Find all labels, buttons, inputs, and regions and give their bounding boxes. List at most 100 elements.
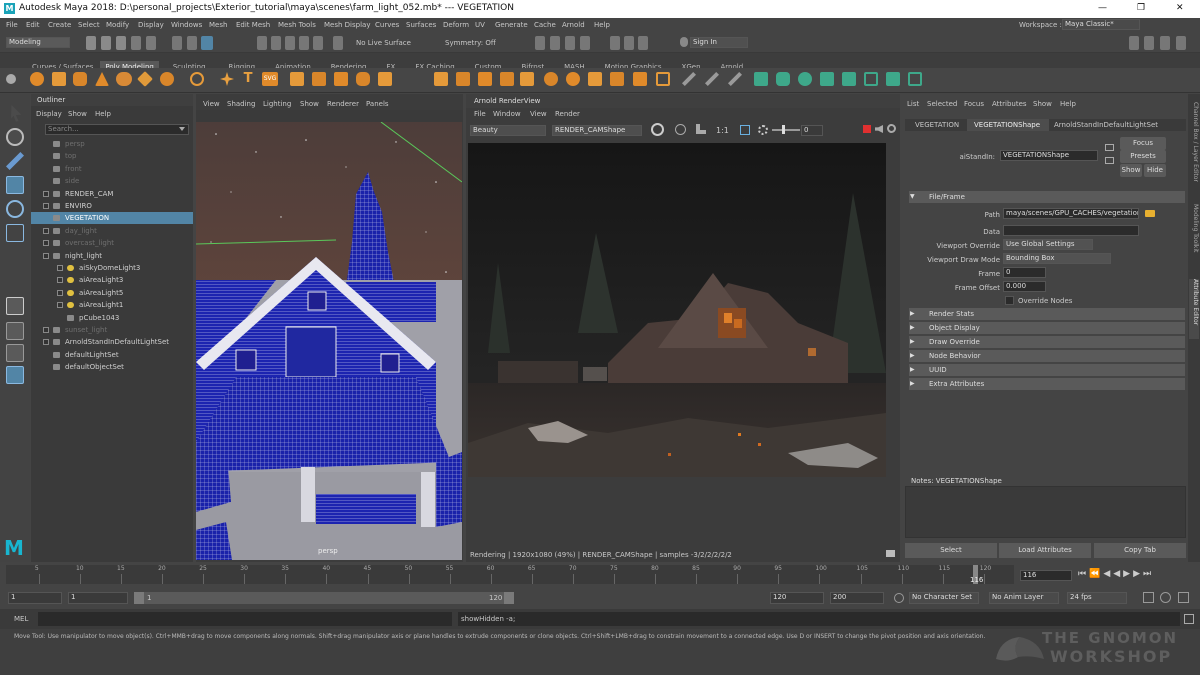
data-field[interactable]	[1003, 225, 1139, 236]
outliner-item[interactable]: front	[31, 163, 193, 175]
stop-render-icon[interactable]	[863, 125, 871, 133]
uv-cut-icon[interactable]	[842, 72, 856, 86]
outliner-item[interactable]: aiAreaLight5	[31, 287, 193, 299]
bevel-icon[interactable]	[456, 72, 470, 86]
select-hierarchy-icon[interactable]	[172, 36, 182, 50]
focus-button[interactable]: Focus	[1120, 137, 1166, 150]
speaker-icon[interactable]	[875, 125, 883, 133]
expand-icon[interactable]	[43, 190, 49, 197]
target-weld-icon[interactable]	[610, 72, 624, 86]
hypershade-icon[interactable]	[580, 36, 590, 50]
time-slider[interactable]: 5 10 15 20 25 30 35 40 45 50 55 60 65 70 75 80 85 90 95 100…	[0, 562, 1200, 587]
show-button[interactable]: Show	[1120, 164, 1142, 177]
lasso-tool-icon[interactable]	[6, 128, 24, 146]
multi-cut-icon[interactable]	[544, 72, 558, 86]
viewport-menu-shading[interactable]: Shading	[227, 100, 255, 108]
frame-offset-field[interactable]: 0.000	[1003, 281, 1046, 292]
extrude-icon[interactable]	[434, 72, 448, 86]
step-forward-frame-icon[interactable]: ▶	[1133, 569, 1143, 579]
menu-mesh-tools[interactable]: Mesh Tools	[278, 21, 316, 29]
poly-disc-icon[interactable]	[160, 72, 174, 86]
renderview-menu-render[interactable]: Render	[555, 110, 580, 118]
live-surface-label[interactable]: No Live Surface	[356, 39, 411, 47]
exposure-slider-handle[interactable]	[782, 125, 785, 134]
snap-point-icon[interactable]	[285, 36, 295, 50]
focus-output-icon[interactable]	[1105, 157, 1114, 164]
section-render-stats[interactable]: Render Stats	[909, 308, 1185, 320]
undo-icon[interactable]	[131, 36, 141, 50]
menu-surfaces[interactable]: Surfaces	[406, 21, 436, 29]
folder-icon[interactable]	[1145, 210, 1155, 217]
layout-two-icon[interactable]	[6, 344, 24, 362]
menu-file[interactable]: File	[6, 21, 18, 29]
append-icon[interactable]	[500, 72, 514, 86]
side-tab-modeling-toolkit[interactable]: Modeling Toolkit	[1189, 204, 1199, 264]
minimize-button[interactable]: —	[1098, 3, 1107, 13]
outliner-item[interactable]: ArnoldStandInDefaultLightSet	[31, 336, 193, 348]
renderview-menu-window[interactable]: Window	[493, 110, 521, 118]
menu-arnold[interactable]: Arnold	[562, 21, 585, 29]
ae-menu-focus[interactable]: Focus	[964, 100, 984, 108]
render-fit-icon[interactable]	[740, 125, 750, 135]
viewport-menu-panels[interactable]: Panels	[366, 100, 389, 108]
symmetry-label[interactable]: Symmetry: Off	[445, 39, 496, 47]
copy-tab-button[interactable]: Copy Tab	[1094, 543, 1186, 558]
expand-icon[interactable]	[43, 203, 49, 209]
ae-menu-help[interactable]: Help	[1060, 100, 1076, 108]
chevron-down-icon[interactable]	[179, 127, 185, 131]
render-image[interactable]	[468, 143, 886, 477]
uv-planar-icon[interactable]	[754, 72, 768, 86]
platonic-icon[interactable]	[190, 72, 204, 86]
load-attributes-button[interactable]: Load Attributes	[999, 543, 1091, 558]
type-icon[interactable]: T	[241, 72, 255, 86]
arnold-render-icon[interactable]	[610, 36, 620, 50]
menu-cache[interactable]: Cache	[534, 21, 556, 29]
ae-tab-vegetation-shape[interactable]: VEGETATIONShape	[974, 121, 1040, 129]
auto-key-icon[interactable]	[1143, 592, 1154, 603]
workspace-select[interactable]: Maya Classic*	[1062, 19, 1140, 30]
sound-icon[interactable]	[1178, 592, 1189, 603]
new-scene-icon[interactable]	[86, 36, 96, 50]
select-button[interactable]: Select	[905, 543, 997, 558]
arnold-ipr-icon[interactable]	[624, 36, 634, 50]
anim-layer-select[interactable]: No Anim Layer	[989, 592, 1059, 604]
sign-in-select[interactable]: Sign In	[690, 37, 748, 48]
super-shape-icon[interactable]	[220, 72, 234, 86]
poly-cylinder-icon[interactable]	[73, 72, 87, 86]
animation-prefs-icon[interactable]	[1160, 592, 1171, 603]
outliner-menu-help[interactable]: Help	[95, 110, 111, 118]
frame-field[interactable]: 0	[1003, 267, 1046, 278]
playback-end-field[interactable]: 120	[770, 592, 824, 604]
channel-box-icon[interactable]	[1144, 36, 1154, 50]
ae-menu-selected[interactable]: Selected	[927, 100, 957, 108]
outliner-item[interactable]: aiSkyDomeLight3	[31, 262, 193, 274]
uv-shell-icon[interactable]	[908, 72, 922, 86]
viewport-menu-show[interactable]: Show	[300, 100, 319, 108]
section-node-behavior[interactable]: Node Behavior	[909, 350, 1185, 362]
menu-modify[interactable]: Modify	[106, 21, 129, 29]
mirror-icon[interactable]	[378, 72, 392, 86]
save-scene-icon[interactable]	[116, 36, 126, 50]
fill-hole-icon[interactable]	[520, 72, 534, 86]
smooth-icon[interactable]	[356, 72, 370, 86]
uv-editor-icon[interactable]	[886, 72, 900, 86]
snap-view-icon[interactable]	[313, 36, 323, 50]
viewport-menu-view[interactable]: View	[203, 100, 220, 108]
menu-mesh-display[interactable]: Mesh Display	[324, 21, 370, 29]
expand-icon[interactable]	[43, 339, 49, 346]
paint-select-tool-icon[interactable]	[6, 152, 24, 170]
path-field[interactable]: maya/scenes/GPU_CACHES/vegetation.ass	[1003, 208, 1139, 219]
menu-generate[interactable]: Generate	[495, 21, 528, 29]
side-tab-channel-box[interactable]: Channel Box / Layer Editor	[1189, 102, 1199, 197]
boolean-icon[interactable]	[334, 72, 348, 86]
go-to-end-icon[interactable]: ⏭	[1143, 569, 1154, 579]
override-nodes-checkbox[interactable]	[1005, 296, 1014, 305]
range-handle-right[interactable]	[504, 592, 514, 604]
connect-icon[interactable]	[656, 72, 670, 86]
section-file-frame[interactable]: File/Frame	[909, 191, 1185, 203]
collapse-icon[interactable]	[43, 252, 49, 259]
poly-torus-icon[interactable]	[116, 72, 132, 86]
focus-input-icon[interactable]	[1105, 144, 1114, 151]
playback-start-field[interactable]: 1	[68, 592, 128, 604]
poly-plane-icon[interactable]	[137, 71, 153, 87]
